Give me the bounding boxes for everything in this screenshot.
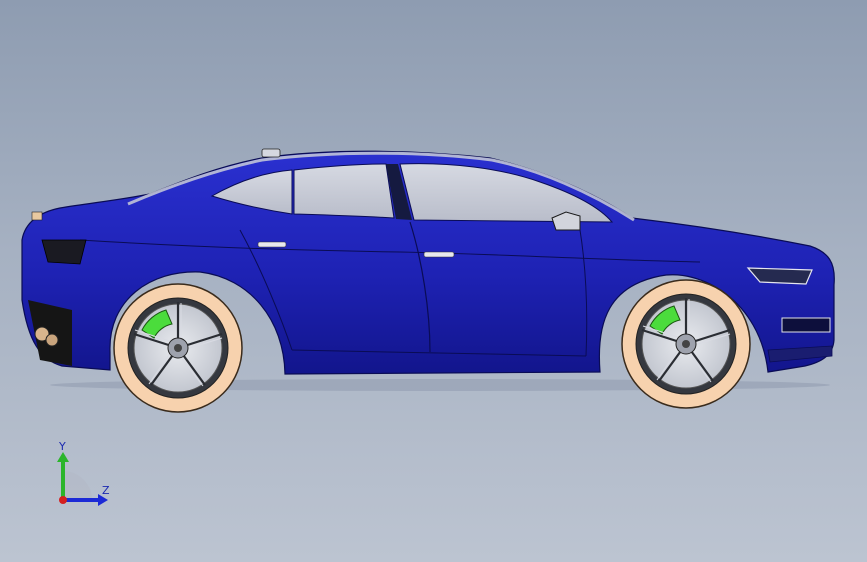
car-model[interactable] (0, 0, 867, 562)
spoiler-tip (31, 211, 43, 221)
front-grille (781, 317, 831, 333)
graphics-viewport[interactable]: Y Z (0, 0, 867, 562)
z-axis-label: Z (102, 484, 110, 497)
door-handle-front[interactable] (423, 251, 455, 258)
taillight (41, 239, 87, 265)
side-window-middle (293, 163, 395, 219)
exhaust-tip-2 (45, 333, 59, 347)
rear-wheel[interactable] (113, 283, 243, 413)
orientation-triad[interactable]: Y Z (48, 440, 128, 510)
door-handle-rear[interactable] (257, 241, 287, 248)
roof-sensor (261, 148, 281, 158)
y-axis-label: Y (59, 440, 66, 453)
front-wheel[interactable] (621, 279, 751, 409)
